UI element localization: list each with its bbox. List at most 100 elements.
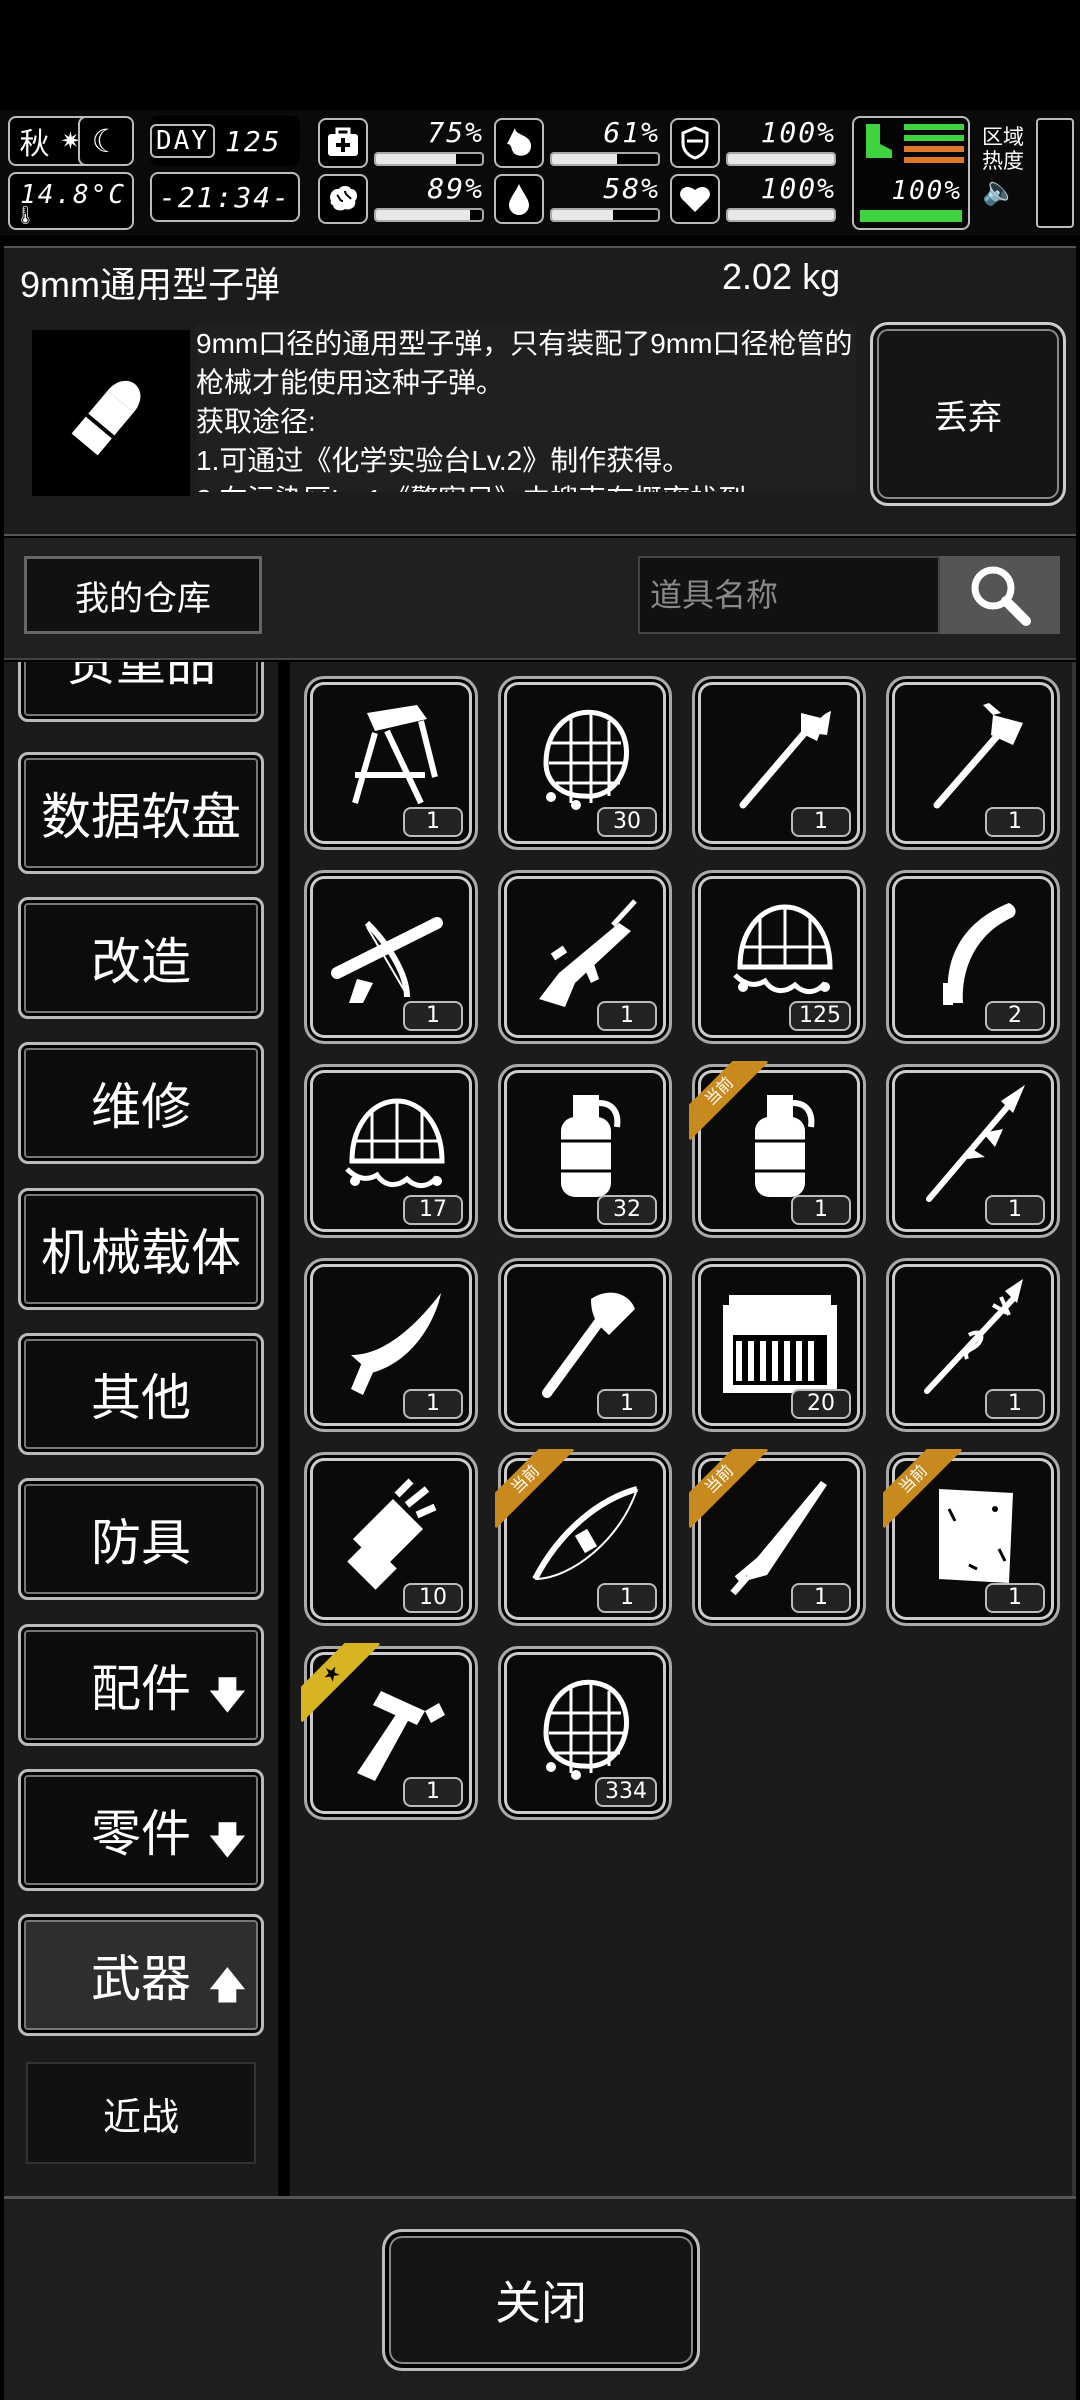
speaker-icon[interactable]: 🔈 bbox=[982, 174, 1017, 207]
stat-mood: 100% bbox=[670, 172, 840, 228]
kukri-icon bbox=[351, 1293, 441, 1395]
spiked-spear-icon bbox=[924, 1279, 1023, 1394]
item-slot[interactable]: 32 bbox=[498, 1064, 672, 1238]
clock-box: -21:34- bbox=[150, 172, 300, 222]
item-slot[interactable]: 1 bbox=[498, 1258, 672, 1432]
item-quantity: 17 bbox=[403, 1195, 463, 1225]
item-slot[interactable]: 20 bbox=[692, 1258, 866, 1432]
item-quantity: 1 bbox=[985, 1389, 1045, 1419]
stat-bar-fill bbox=[376, 210, 471, 220]
status-hud: 秋 ✷ ☾ DAY 125 🌡 14.8°C -21:34- 75% 61% 1… bbox=[0, 110, 1080, 236]
category-repair[interactable]: 维修 bbox=[18, 1042, 264, 1164]
stat-value: 89% bbox=[427, 172, 484, 205]
category-data-disk[interactable]: 数据软盘 bbox=[18, 752, 264, 874]
my-storage-button[interactable]: 我的仓库 bbox=[24, 556, 262, 634]
item-slot[interactable]: 1 bbox=[886, 676, 1060, 850]
equipped-badge: 当前 bbox=[883, 1449, 963, 1529]
category-accessories[interactable]: 配件 🡇 bbox=[18, 1624, 264, 1746]
temperature-value: 14.8°C bbox=[20, 180, 126, 210]
equipped-label: 当前 bbox=[689, 1449, 769, 1529]
fire-axe-icon bbox=[933, 703, 1023, 809]
item-slot[interactable]: 1 bbox=[304, 676, 478, 850]
item-quantity: 1 bbox=[403, 1777, 463, 1807]
item-quantity: 2 bbox=[985, 1001, 1045, 1031]
inventory-grid[interactable]: 1 30 1 1 1 1 125 2 17 32 1 当前 1 1 1 20 1 10 1 当前 1 当前 1 当前 1 ★ 334 bbox=[290, 662, 1076, 2196]
item-quantity: 1 bbox=[791, 1195, 851, 1225]
stat-bar bbox=[374, 152, 484, 166]
close-button[interactable]: 关闭 bbox=[382, 2229, 700, 2371]
stat-health: 75% bbox=[318, 116, 488, 172]
stat-armor: 100% bbox=[670, 116, 840, 172]
boot-icon bbox=[866, 124, 892, 158]
item-slot[interactable]: 1 bbox=[886, 1258, 1060, 1432]
item-slot[interactable]: 10 bbox=[304, 1452, 478, 1626]
item-slot[interactable]: 1 bbox=[304, 870, 478, 1044]
category-other[interactable]: 其他 bbox=[18, 1333, 264, 1455]
item-quantity: 32 bbox=[597, 1195, 657, 1225]
item-slot[interactable]: 1 当前 bbox=[689, 1061, 866, 1238]
net-icon bbox=[543, 709, 630, 810]
day-label: DAY bbox=[150, 124, 215, 158]
ammo-box-icon bbox=[723, 1295, 837, 1393]
item-slot[interactable]: 2 bbox=[886, 870, 1060, 1044]
item-slot[interactable]: 125 bbox=[692, 870, 866, 1044]
category-modify[interactable]: 改造 bbox=[18, 897, 264, 1019]
category-weapons[interactable]: 武器 🡅 bbox=[18, 1914, 264, 2036]
category-label: 贵重品 bbox=[66, 662, 216, 691]
subcategory-label: 近战 bbox=[102, 2094, 179, 2139]
item-slot[interactable]: 1 bbox=[692, 676, 866, 850]
stamina-bars bbox=[904, 124, 964, 163]
stomach-icon bbox=[494, 118, 544, 168]
search-input[interactable]: 道具名称 bbox=[638, 556, 940, 634]
drop-button[interactable]: 丢弃 bbox=[870, 322, 1066, 506]
item-slot[interactable]: 17 bbox=[304, 1064, 478, 1238]
stat-bar-fill bbox=[728, 210, 834, 220]
favorite-badge: ★ bbox=[301, 1643, 381, 1723]
arrow-up-icon: 🡅 bbox=[207, 1965, 247, 2007]
category-sidebar[interactable]: 贵重品 数据软盘 改造 维修 机械载体 其他 防具 配件 🡇 零件 🡇 武器 🡅 近战 bbox=[4, 662, 282, 2196]
stat-bar bbox=[550, 208, 660, 222]
equipped-label: 当前 bbox=[883, 1449, 963, 1529]
item-slot[interactable]: 1 bbox=[886, 1064, 1060, 1238]
bullet-icon bbox=[32, 330, 190, 496]
arrow-down-icon: 🡇 bbox=[207, 1820, 247, 1862]
category-armor[interactable]: 防具 bbox=[18, 1478, 264, 1600]
item-slot[interactable]: 30 bbox=[498, 676, 672, 850]
item-slot[interactable]: 1 bbox=[304, 1258, 478, 1432]
stat-value: 61% bbox=[603, 116, 660, 149]
stat-sanity: 89% bbox=[318, 172, 488, 228]
net-icon bbox=[543, 1679, 630, 1780]
hatchet-icon bbox=[542, 1292, 635, 1398]
item-quantity: 334 bbox=[595, 1777, 657, 1807]
stat-bar bbox=[726, 208, 836, 222]
star-icon: ★ bbox=[301, 1643, 381, 1723]
category-mech-carrier[interactable]: 机械载体 bbox=[18, 1188, 264, 1310]
category-parts[interactable]: 零件 🡇 bbox=[18, 1769, 264, 1891]
item-slot[interactable]: 1 当前 bbox=[689, 1449, 866, 1626]
arrow-down-icon: 🡇 bbox=[207, 1675, 247, 1717]
category-valuables[interactable]: 贵重品 bbox=[18, 662, 264, 722]
item-quantity: 1 bbox=[985, 1195, 1045, 1225]
item-slot[interactable]: 1 ★ bbox=[301, 1643, 478, 1820]
category-label: 防具 bbox=[91, 1515, 191, 1571]
item-slot[interactable]: 1 当前 bbox=[883, 1449, 1060, 1626]
search-button[interactable] bbox=[940, 556, 1060, 634]
category-label: 武器 bbox=[91, 1951, 191, 2007]
submachine-gun-icon bbox=[539, 899, 637, 1007]
stamina-bar bbox=[860, 210, 962, 222]
item-quantity: 1 bbox=[597, 1001, 657, 1031]
equipped-badge: 当前 bbox=[689, 1061, 769, 1141]
item-slot[interactable]: 334 bbox=[498, 1646, 672, 1820]
net-trap-icon bbox=[345, 1098, 445, 1188]
stamina-box: 100% bbox=[852, 116, 970, 230]
stat-bar bbox=[374, 208, 484, 222]
subcategory-melee[interactable]: 近战 bbox=[26, 2062, 256, 2164]
stat-bar-fill bbox=[552, 210, 614, 220]
stat-value: 100% bbox=[760, 116, 836, 149]
item-name: 9mm通用型子弹 bbox=[20, 264, 280, 305]
item-slot[interactable]: 1 当前 bbox=[495, 1449, 672, 1626]
category-label: 机械载体 bbox=[41, 1225, 241, 1281]
item-slot[interactable]: 1 bbox=[498, 870, 672, 1044]
stat-value: 75% bbox=[427, 116, 484, 149]
spear-icon bbox=[926, 1085, 1025, 1202]
